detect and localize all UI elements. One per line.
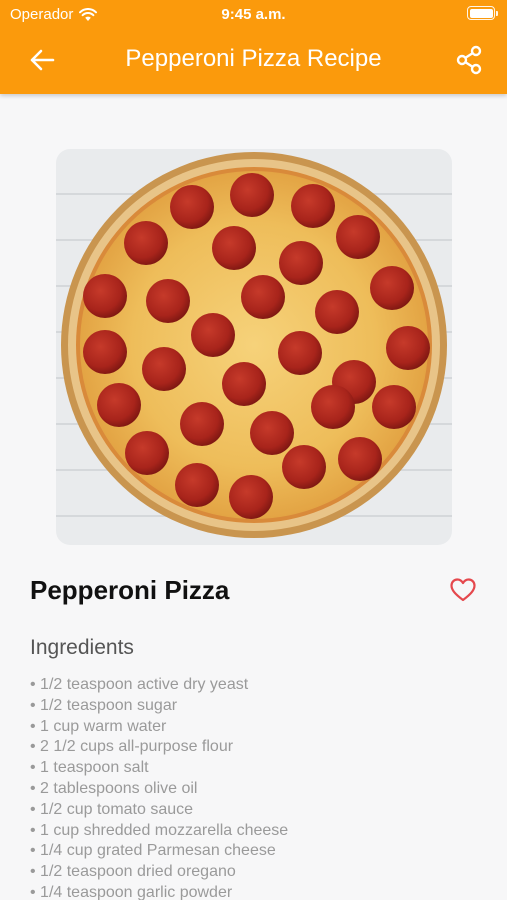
pepperoni-slice — [212, 226, 256, 270]
pepperoni-slice — [83, 330, 127, 374]
pepperoni-slice — [125, 431, 169, 475]
pepperoni-slice — [241, 275, 285, 319]
pepperoni-slice — [83, 274, 127, 318]
pepperoni-slice — [230, 173, 274, 217]
status-bar: Operador 9:45 a.m. — [0, 0, 507, 28]
pepperoni-slice — [229, 475, 273, 519]
pepperoni-slice — [278, 331, 322, 375]
pepperoni-slice — [180, 402, 224, 446]
battery-icon — [467, 6, 498, 20]
back-button[interactable] — [24, 42, 60, 78]
heart-outline-icon — [450, 578, 476, 602]
pepperoni-slice — [282, 445, 326, 489]
share-icon — [456, 45, 482, 75]
ingredient-item: • 1/4 cup grated Parmesan cheese — [30, 842, 276, 860]
ingredient-item: • 1 cup shredded mozzarella cheese — [30, 821, 289, 839]
ingredients-heading: Ingredients — [30, 636, 134, 659]
pepperoni-slice — [142, 347, 186, 391]
pizza-illustration — [61, 152, 447, 538]
ingredient-item: • 1 cup warm water — [30, 717, 167, 735]
pepperoni-slice — [250, 411, 294, 455]
pepperoni-slice — [370, 266, 414, 310]
pepperoni-slice — [291, 184, 335, 228]
pepperoni-slice — [170, 185, 214, 229]
ingredients-list: • 1/2 teaspoon active dry yeast • 1/2 te… — [30, 675, 288, 900]
ingredient-item: • 1/2 teaspoon active dry yeast — [30, 676, 249, 693]
status-time: 9:45 a.m. — [221, 6, 286, 23]
pepperoni-slice — [222, 362, 266, 406]
share-button[interactable] — [451, 42, 487, 78]
nav-bar: Pepperoni Pizza Recipe — [0, 30, 507, 90]
pepperoni-slice — [315, 290, 359, 334]
pepperoni-slice — [338, 437, 382, 481]
page-title: Pepperoni Pizza Recipe — [125, 45, 382, 72]
ingredient-item: • 1/2 teaspoon sugar — [30, 696, 178, 714]
pepperoni-slice — [146, 279, 190, 323]
pepperoni-slice — [97, 383, 141, 427]
pepperoni-slice — [175, 463, 219, 507]
arrow-left-icon — [30, 49, 55, 71]
pepperoni-slice — [336, 215, 380, 259]
pepperoni-slice — [279, 241, 323, 285]
ingredient-item: • 1 teaspoon salt — [30, 759, 149, 777]
pepperoni-slice — [311, 385, 355, 429]
pepperoni-slice — [124, 221, 168, 265]
ingredient-item: • 1/4 teaspoon garlic powder — [30, 883, 233, 900]
ingredient-item: • 2 1/2 cups all-purpose flour — [30, 738, 234, 756]
app-header: Operador 9:45 a.m. Pepperoni Pizza Recip… — [0, 0, 507, 94]
pepperoni-slice — [386, 326, 430, 370]
favorite-button[interactable] — [449, 577, 477, 603]
recipe-title: Pepperoni Pizza — [30, 575, 230, 605]
ingredient-item: • 1/2 cup tomato sauce — [30, 800, 194, 818]
recipe-image — [56, 149, 452, 545]
ingredient-item: • 1/2 teaspoon dried oregano — [30, 863, 236, 881]
pepperoni-slice — [372, 385, 416, 429]
pepperoni-slice — [191, 313, 235, 357]
ingredient-item: • 2 tablespoons olive oil — [30, 779, 198, 797]
